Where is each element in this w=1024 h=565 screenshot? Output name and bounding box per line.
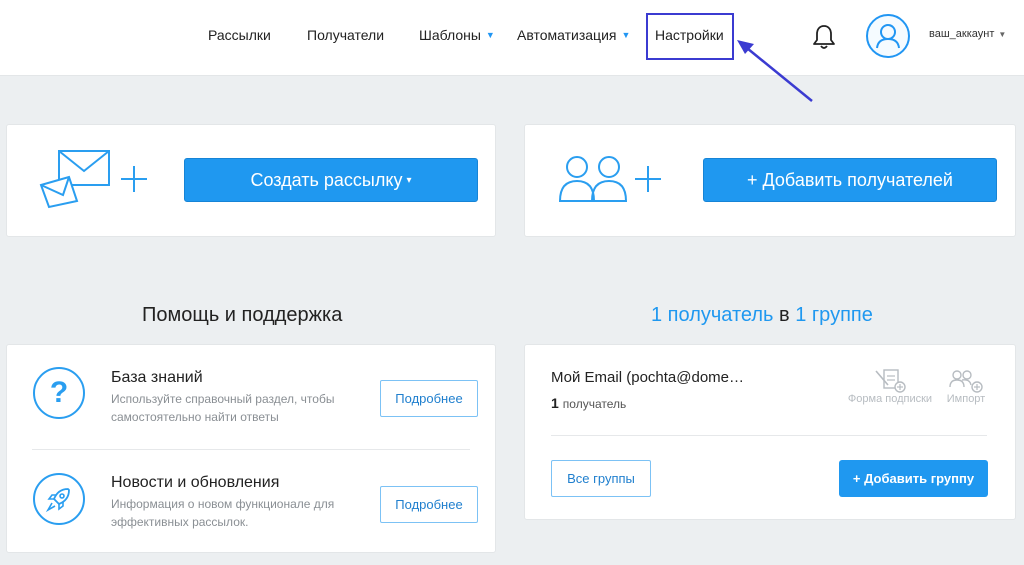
- question-icon: ?: [33, 367, 85, 419]
- group-count-label: получатель: [562, 397, 627, 411]
- divider: [551, 435, 987, 436]
- nav-item-templates[interactable]: Шаблоны ▼: [419, 27, 495, 43]
- subscription-form-label: Форма подписки: [847, 393, 933, 405]
- create-mailing-label: Создать рассылку: [250, 169, 403, 190]
- help-section-title: Помощь и поддержка: [142, 304, 343, 326]
- avatar[interactable]: [866, 14, 910, 58]
- add-recipients-button[interactable]: + Добавить получателей: [703, 158, 997, 202]
- nav-item-recipients[interactable]: Получатели: [307, 27, 384, 43]
- account-menu[interactable]: ваш_аккаунт ▼: [929, 28, 1006, 40]
- nav-automation-label: Автоматизация: [517, 27, 617, 43]
- chevron-down-icon: ▼: [621, 30, 631, 40]
- help-item-title: База знаний: [111, 369, 203, 386]
- import-label: Импорт: [946, 393, 986, 405]
- nav-item-automation[interactable]: Автоматизация ▼: [517, 27, 630, 43]
- rocket-glyph: [45, 488, 70, 513]
- group-name[interactable]: Мой Email (pochta@dome…: [551, 369, 744, 386]
- import-users-icon: [949, 370, 983, 393]
- help-item-description: Информация о новом функционале для эффек…: [111, 497, 335, 529]
- divider: [32, 449, 470, 450]
- knowledge-base-more-button[interactable]: Подробнее: [380, 380, 478, 417]
- users-plus-icon: [558, 156, 661, 202]
- settings-highlight-box: [646, 13, 734, 60]
- recipients-connector: в: [773, 304, 796, 326]
- subscription-form-icon: [875, 369, 906, 393]
- chevron-down-icon: ▼: [998, 30, 1007, 39]
- nav-item-mailings[interactable]: Рассылки: [208, 27, 271, 43]
- add-group-button[interactable]: + Добавить группу: [839, 460, 988, 497]
- chevron-down-icon: ▾: [406, 174, 412, 186]
- news-more-button[interactable]: Подробнее: [380, 486, 478, 523]
- user-icon: [876, 24, 900, 49]
- help-item-description: Используйте справочный раздел, чтобы сам…: [111, 392, 335, 424]
- top-header: Рассылки Получатели Шаблоны ▼ Автоматизац…: [0, 0, 1024, 76]
- help-item-title: Новости и обновления: [111, 474, 280, 491]
- envelopes-plus-icon: [39, 150, 147, 209]
- bell-icon[interactable]: [811, 23, 837, 51]
- account-name: ваш_аккаунт: [929, 28, 995, 40]
- group-recipient-count: 1 получатель: [551, 395, 626, 411]
- nav-templates-label: Шаблоны: [419, 27, 481, 43]
- chevron-down-icon: ▼: [485, 30, 495, 40]
- all-groups-button[interactable]: Все группы: [551, 460, 651, 497]
- subscription-form-tool[interactable]: Форма подписки: [841, 367, 939, 405]
- group-count-value: 1: [551, 395, 559, 411]
- recipients-count-link[interactable]: 1 получатель: [651, 304, 773, 326]
- import-tool[interactable]: Импорт: [942, 367, 990, 405]
- create-mailing-button[interactable]: Создать рассылку ▾: [184, 158, 478, 202]
- rocket-icon: [33, 473, 85, 525]
- groups-count-link[interactable]: 1 группе: [795, 304, 873, 326]
- recipients-summary: 1 получатель в 1 группе: [651, 304, 873, 327]
